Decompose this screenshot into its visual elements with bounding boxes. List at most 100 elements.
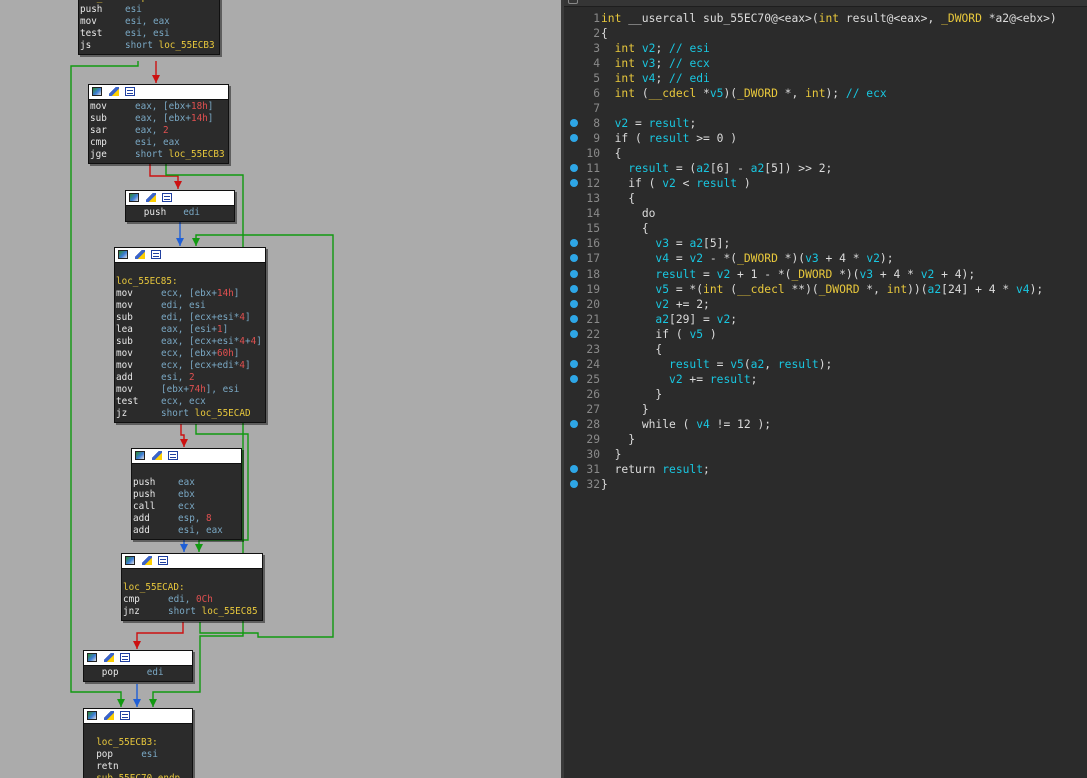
breakpoint-marker-icon[interactable] [570,134,578,143]
asm-instruction[interactable]: mov ecx, [ebx+14h] [115,288,265,300]
asm-branch-target[interactable]: loc_55ECB3 [169,149,225,160]
code-line[interactable]: 10 { [564,146,1087,161]
code-identifier[interactable]: a2 [751,358,765,371]
asm-instruction[interactable]: mov ecx, [ebx+60h] [115,348,265,360]
graph-view[interactable]: sub_55EC70 proc nearpushesimovesi, eaxte… [0,0,561,778]
code-identifier[interactable]: result [669,358,710,371]
asm-instruction[interactable]: jge short loc_55ECB3 [89,149,228,161]
node-color-icon[interactable] [118,250,128,259]
asm-branch-target[interactable]: loc_55ECAD [195,408,251,419]
asm-instruction[interactable]: add esi, eax [132,525,241,537]
node-color-icon[interactable] [135,451,145,460]
asm-instruction[interactable]: mov ecx, [ecx+edi*4] [115,360,265,372]
code-identifier[interactable]: // edi [669,72,710,85]
asm-instruction[interactable]: add esi, 2 [115,372,265,384]
code-identifier[interactable]: a2 [696,162,710,175]
asm-instruction[interactable]: jnz short loc_55EC85 [122,606,262,618]
asm-label[interactable]: loc_55ECAD: [122,582,262,594]
asm-instruction[interactable]: pop esi [84,749,192,761]
breakpoint-marker-icon[interactable] [570,374,578,383]
code-identifier[interactable]: v2 [717,268,731,281]
code-identifier[interactable]: result [662,463,703,476]
code-line[interactable]: 18 result = v2 + 1 - *(_DWORD *)(v3 + 4 … [564,267,1087,282]
breakpoint-marker-icon[interactable] [570,359,578,368]
graph-node-block[interactable]: loc_55EC85: mov ecx, [ebx+14h] mov edi, esi s… [114,247,266,423]
node-group-icon[interactable] [125,87,135,96]
code-line[interactable]: 3 int v2; // esi [564,41,1087,56]
asm-instruction[interactable]: mov esi, eax [79,16,219,28]
node-edit-icon[interactable] [104,653,114,662]
graph-node-block[interactable]: pop edi [83,650,193,682]
code-line[interactable]: 6 int (__cdecl *v5)(_DWORD *, int); // e… [564,86,1087,101]
asm-instruction[interactable]: test esi, esi [79,28,219,40]
code-line[interactable]: 13 { [564,191,1087,206]
asm-instruction[interactable]: push esi [79,4,219,16]
code-line[interactable]: 30 } [564,447,1087,462]
node-group-icon[interactable] [162,193,172,202]
node-group-icon[interactable] [168,451,178,460]
code-identifier[interactable]: // ecx [846,87,887,100]
node-group-icon[interactable] [151,250,161,259]
code-identifier[interactable]: result [778,358,819,371]
breakpoint-marker-icon[interactable] [570,314,578,323]
code-identifier[interactable]: v5 [689,328,703,341]
node-group-icon[interactable] [158,556,168,565]
node-edit-icon[interactable] [135,250,145,259]
code-line[interactable]: 2{ [564,26,1087,41]
graph-node-block[interactable]: loc_55ECAD: cmp edi, 0Ch jnz short loc_55EC8… [121,553,263,621]
code-line[interactable]: 24 result = v5(a2, result); [564,357,1087,372]
breakpoint-marker-icon[interactable] [570,269,578,278]
node-color-icon[interactable] [125,556,135,565]
asm-instruction[interactable]: js short loc_55ECB3 [79,40,219,52]
asm-instruction[interactable]: cmp edi, 0Ch [122,594,262,606]
node-color-icon[interactable] [87,711,97,720]
asm-instruction[interactable]: push ebx [132,489,241,501]
code-line[interactable]: 7 [564,101,1087,116]
code-identifier[interactable]: result [696,177,737,190]
code-identifier[interactable]: a2 [928,283,942,296]
breakpoint-marker-icon[interactable] [570,299,578,308]
asm-instruction[interactable]: sub eax, [ebx+14h] [89,113,228,125]
graph-node-block[interactable]: mov eax, [ebx+18h] sub eax, [ebx+14h] sar eax… [88,84,229,164]
asm-instruction[interactable]: jz short loc_55ECAD [115,408,265,420]
node-color-icon[interactable] [92,87,102,96]
graph-node-block[interactable]: push edi [125,190,235,222]
code-line[interactable]: 16 v3 = a2[5]; [564,236,1087,251]
code-identifier[interactable]: v2 [921,268,935,281]
asm-instruction[interactable]: mov eax, [ebx+18h] [89,101,228,113]
node-edit-icon[interactable] [104,711,114,720]
code-line[interactable]: 17 v4 = v2 - *(_DWORD *)(v3 + 4 * v2); [564,251,1087,266]
code-identifier[interactable]: v2 [689,252,703,265]
code-line[interactable]: 26 } [564,387,1087,402]
node-edit-icon[interactable] [109,87,119,96]
breakpoint-marker-icon[interactable] [570,254,578,263]
asm-branch-target[interactable]: loc_55EC85 [202,606,258,617]
code-identifier[interactable]: // esi [669,42,710,55]
breakpoint-marker-icon[interactable] [570,119,578,128]
asm-instruction[interactable]: cmp esi, eax [89,137,228,149]
asm-instruction[interactable]: call ecx [132,501,241,513]
node-edit-icon[interactable] [146,193,156,202]
code-line[interactable]: 5 int v4; // edi [564,71,1087,86]
code-line[interactable]: 9 if ( result >= 0 ) [564,131,1087,146]
asm-instruction[interactable]: sar eax, 2 [89,125,228,137]
code-identifier[interactable]: v5 [710,87,724,100]
code-identifier[interactable]: a2 [655,313,669,326]
code-line[interactable]: 28 while ( v4 != 12 ); [564,417,1087,432]
code-identifier[interactable]: v5 [730,358,744,371]
code-line[interactable]: 11 result = (a2[6] - a2[5]) >> 2; [564,161,1087,176]
breakpoint-marker-icon[interactable] [570,479,578,488]
asm-instruction[interactable]: test ecx, ecx [115,396,265,408]
code-line[interactable]: 23 { [564,342,1087,357]
asm-branch-target[interactable]: loc_55ECB3 [159,40,215,51]
code-identifier[interactable]: result [710,373,751,386]
code-line[interactable]: 29 } [564,432,1087,447]
breakpoint-marker-icon[interactable] [570,419,578,428]
code-line[interactable]: 14 do [564,206,1087,221]
node-edit-icon[interactable] [142,556,152,565]
breakpoint-marker-icon[interactable] [570,179,578,188]
graph-node-block[interactable]: push eax push ebx call ecx add esp, 8 add esi, ea… [131,448,242,540]
graph-node-block[interactable]: sub_55EC70 proc nearpushesimovesi, eaxte… [78,0,220,55]
breakpoint-marker-icon[interactable] [570,284,578,293]
code-line[interactable]: 1 int __usercall sub_55EC70@<eax>(int res… [564,11,1087,26]
